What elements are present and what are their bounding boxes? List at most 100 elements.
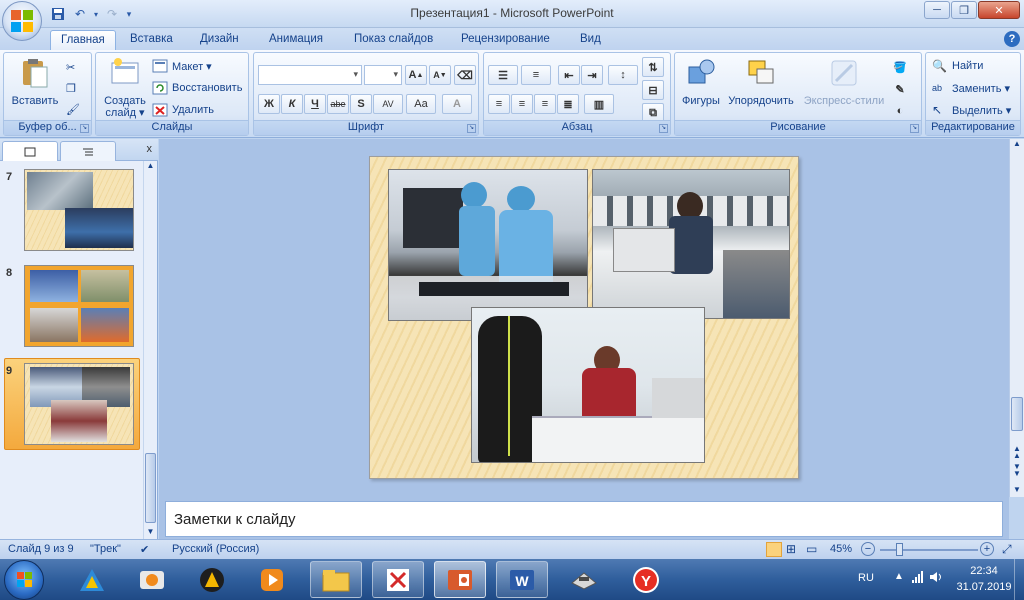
increase-indent-icon[interactable]: ⇥ bbox=[581, 65, 603, 85]
office-button[interactable] bbox=[2, 1, 42, 41]
bold-button[interactable]: Ж bbox=[258, 94, 280, 114]
zoom-out-icon[interactable]: − bbox=[861, 542, 875, 556]
shrink-font-icon[interactable]: A ▼ bbox=[429, 65, 451, 85]
sewing-machine-photo[interactable] bbox=[592, 169, 790, 319]
tab-home[interactable]: Главная bbox=[50, 30, 116, 50]
align-right-icon[interactable]: ≡ bbox=[534, 94, 556, 114]
font-color-button[interactable]: A bbox=[442, 94, 472, 114]
tray-expand-icon[interactable]: ▲ bbox=[894, 571, 904, 582]
italic-button[interactable]: К bbox=[281, 94, 303, 114]
zoom-slider-track[interactable] bbox=[880, 549, 978, 551]
justify-icon[interactable]: ≣ bbox=[557, 94, 579, 114]
scroll-up-icon[interactable]: ▲ bbox=[1011, 139, 1023, 151]
font-family-select[interactable] bbox=[258, 65, 362, 85]
shape-outline-icon[interactable]: ✎ bbox=[889, 79, 911, 99]
language-indicator[interactable]: Русский (Россия) bbox=[172, 543, 259, 555]
slide-sorter-icon[interactable]: ⊞ bbox=[786, 542, 796, 556]
new-slide-button[interactable]: Создать слайд ▾ bbox=[100, 57, 150, 119]
clock-date[interactable]: 31.07.2019 bbox=[952, 581, 1016, 593]
shapes-button[interactable]: Фигуры bbox=[679, 57, 723, 107]
current-slide[interactable] bbox=[369, 156, 799, 479]
align-left-icon[interactable]: ≡ bbox=[488, 94, 510, 114]
show-desktop-button[interactable] bbox=[1014, 559, 1024, 600]
numbering-icon[interactable]: ≡ bbox=[521, 65, 551, 85]
tab-slideshow[interactable]: Показ слайдов bbox=[344, 30, 443, 50]
replace-button[interactable]: ab Заменить ▾ bbox=[932, 78, 1010, 98]
previous-slide-icon[interactable]: ▲ ▲ bbox=[1011, 445, 1023, 460]
taskbar-app-media[interactable] bbox=[126, 561, 178, 598]
bullets-icon[interactable]: ☰ bbox=[488, 65, 518, 85]
align-center-icon[interactable]: ≡ bbox=[511, 94, 533, 114]
taskbar-app-scanner[interactable] bbox=[558, 561, 610, 598]
paragraph-launcher-icon[interactable]: ↘ bbox=[659, 124, 668, 133]
tab-review[interactable]: Рецензирование bbox=[451, 30, 560, 50]
layout-button[interactable]: Макет ▾ bbox=[152, 56, 212, 76]
taskbar-app-explorer[interactable] bbox=[310, 561, 362, 598]
notes-input[interactable]: Заметки к слайду bbox=[165, 501, 1003, 537]
slides-tab[interactable] bbox=[2, 141, 58, 161]
char-spacing-button[interactable]: AV bbox=[373, 94, 403, 114]
find-button[interactable]: 🔍 Найти bbox=[932, 56, 983, 76]
tab-animation[interactable]: Анимация bbox=[259, 30, 333, 50]
theme-name[interactable]: "Трек" bbox=[90, 543, 121, 555]
text-direction-icon[interactable]: ⇅ bbox=[642, 57, 664, 77]
taskbar-app-triangle[interactable] bbox=[66, 561, 118, 598]
scroll-down-icon[interactable]: ▼ bbox=[145, 527, 156, 539]
grow-font-icon[interactable]: A ▲ bbox=[405, 65, 427, 85]
scroll-thumb[interactable] bbox=[145, 453, 156, 523]
clock-time[interactable]: 22:34 bbox=[962, 565, 1006, 577]
outline-tab[interactable] bbox=[60, 141, 116, 161]
normal-view-icon[interactable] bbox=[766, 542, 782, 557]
sewing-workshop-photo-1[interactable] bbox=[388, 169, 588, 321]
taskbar-app-yandex[interactable]: Y bbox=[620, 561, 672, 598]
taskbar-app-player[interactable] bbox=[246, 561, 298, 598]
arrange-button[interactable]: Упорядочить bbox=[725, 57, 797, 107]
change-case-button[interactable]: Aa bbox=[406, 94, 436, 114]
line-spacing-icon[interactable]: ↕ bbox=[608, 65, 638, 85]
spellcheck-icon[interactable]: ✔ bbox=[140, 543, 149, 556]
copy-icon[interactable]: ❐ bbox=[66, 78, 76, 98]
reset-button[interactable]: Восстановить bbox=[152, 78, 242, 98]
close-button[interactable]: ✕ bbox=[978, 1, 1020, 19]
fit-to-window-icon[interactable]: ⤢ bbox=[1002, 542, 1012, 557]
scroll-thumb[interactable] bbox=[1011, 397, 1023, 431]
select-button[interactable]: ↖ Выделить ▾ bbox=[932, 100, 1011, 120]
language-indicator[interactable]: RU bbox=[858, 572, 874, 584]
volume-icon[interactable] bbox=[930, 571, 944, 586]
taskbar-app-word[interactable]: W bbox=[496, 561, 548, 598]
scroll-up-icon[interactable]: ▲ bbox=[145, 161, 156, 173]
taskbar-app-powerpoint[interactable] bbox=[434, 561, 486, 598]
zoom-level[interactable]: 45% bbox=[830, 543, 852, 555]
strikethrough-button[interactable]: abe bbox=[327, 94, 349, 114]
shape-effects-icon[interactable]: ◐ bbox=[889, 101, 911, 121]
panel-scrollbar[interactable]: ▲ ▼ bbox=[143, 161, 157, 539]
shape-fill-icon[interactable]: 🪣 bbox=[889, 57, 911, 77]
paste-button[interactable]: Вставить bbox=[10, 57, 60, 107]
tab-view[interactable]: Вид bbox=[570, 30, 611, 50]
shadow-button[interactable]: S bbox=[350, 94, 372, 114]
zoom-in-icon[interactable]: + bbox=[980, 542, 994, 556]
font-size-select[interactable] bbox=[364, 65, 402, 85]
font-launcher-icon[interactable]: ↘ bbox=[467, 124, 476, 133]
scroll-down-icon[interactable]: ▼ bbox=[1011, 485, 1023, 497]
cut-icon[interactable]: ✂ bbox=[66, 57, 75, 77]
zoom-slider-thumb[interactable] bbox=[896, 543, 903, 556]
restore-button[interactable]: ❐ bbox=[951, 1, 977, 19]
underline-button[interactable]: Ч bbox=[304, 94, 326, 114]
taskbar-app-pdf[interactable] bbox=[372, 561, 424, 598]
tab-insert[interactable]: Вставка bbox=[120, 30, 183, 50]
drawing-launcher-icon[interactable]: ↘ bbox=[910, 124, 919, 133]
slideshow-view-icon[interactable]: ▭ bbox=[806, 542, 817, 556]
editor-scrollbar[interactable]: ▲ ▲ ▲ ▼ ▼ ▼ bbox=[1009, 139, 1024, 497]
mannequin-workshop-photo[interactable] bbox=[471, 307, 705, 463]
tab-design[interactable]: Дизайн bbox=[190, 30, 249, 50]
decrease-indent-icon[interactable]: ⇤ bbox=[558, 65, 580, 85]
minimize-button[interactable]: ─ bbox=[924, 1, 950, 19]
delete-slide-button[interactable]: Удалить bbox=[152, 100, 214, 120]
clipboard-launcher-icon[interactable]: ↘ bbox=[80, 124, 89, 133]
format-painter-icon[interactable]: 🖌 bbox=[66, 99, 80, 119]
start-button[interactable] bbox=[4, 560, 44, 600]
columns-icon[interactable]: ▥ bbox=[584, 94, 614, 114]
panel-close-icon[interactable]: x bbox=[147, 143, 153, 155]
network-signal-icon[interactable] bbox=[912, 571, 926, 586]
